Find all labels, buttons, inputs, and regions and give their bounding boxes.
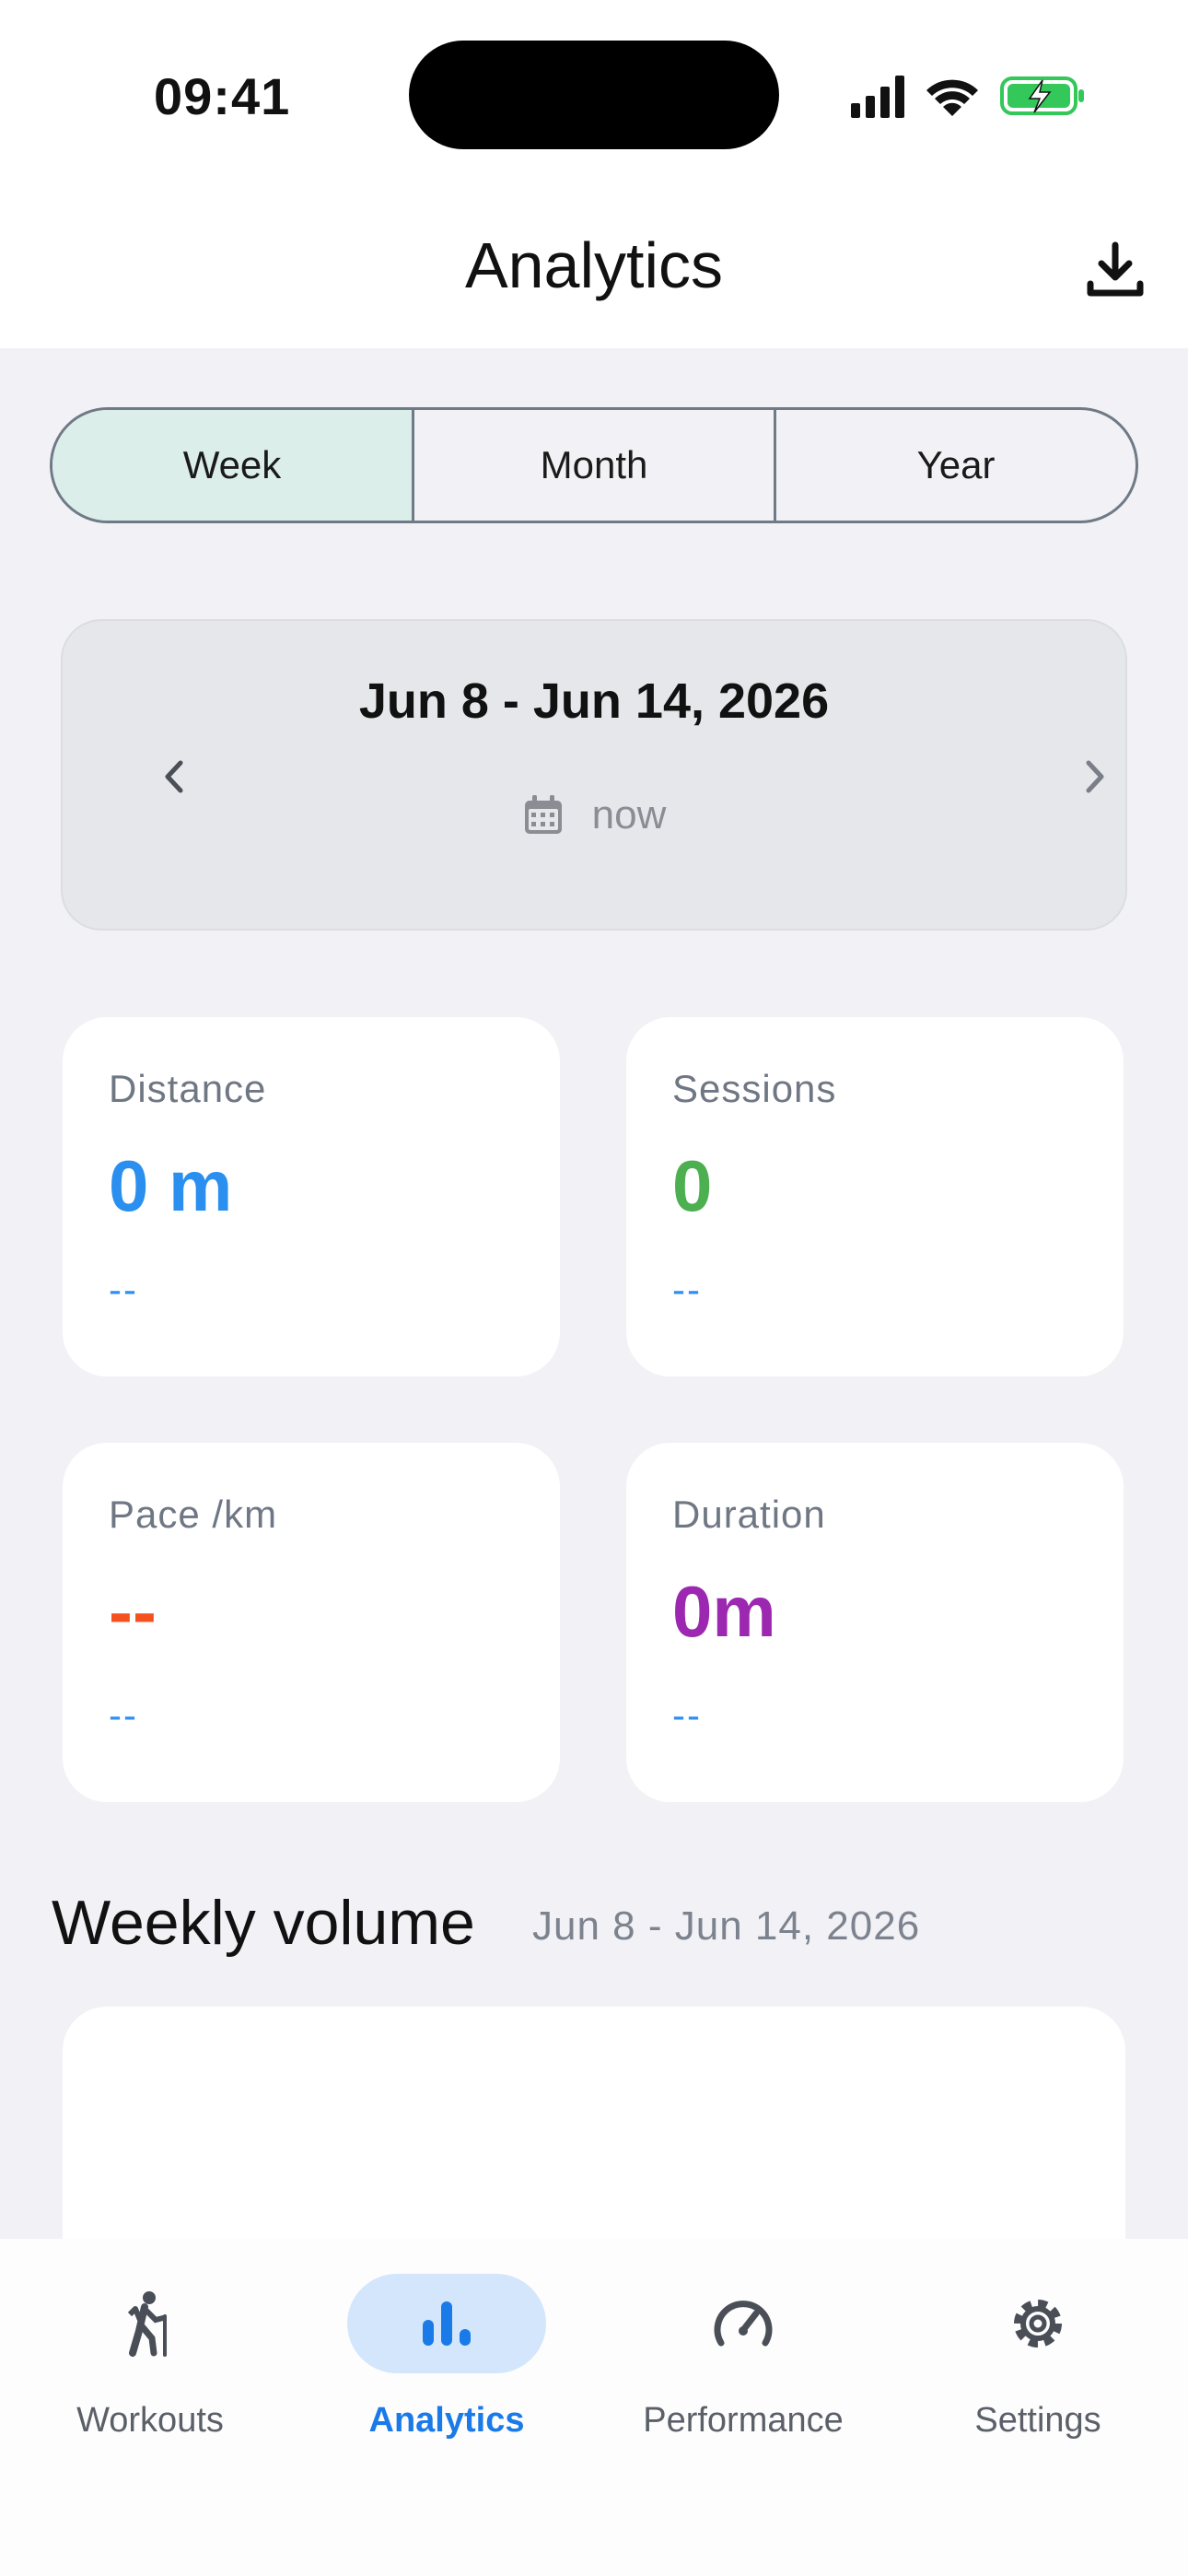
distance-change: -- [109, 1268, 138, 1311]
calendar-icon [524, 795, 562, 834]
wifi-icon [926, 79, 978, 116]
download-button[interactable] [1083, 238, 1147, 302]
analytics-screen: 09:41 Analytics Week Month Year Jun 8 - … [0, 0, 1188, 2576]
duration-change: -- [672, 1693, 702, 1737]
sessions-value: 0 [672, 1145, 713, 1226]
nav-performance[interactable]: Performance [595, 2239, 891, 2441]
nav-workouts-label: Workouts [76, 2401, 224, 2440]
tab-year[interactable]: Year [776, 410, 1136, 521]
date-range-card: Jun 8 - Jun 14, 2026 now [61, 619, 1127, 931]
now-label: now [591, 792, 667, 837]
bottom-tab-bar: Workouts Analytics Performance Settings [0, 2239, 1188, 2576]
pace-label: Pace /km [109, 1493, 278, 1536]
sessions-label: Sessions [672, 1067, 837, 1110]
nav-analytics-label: Analytics [368, 2401, 525, 2440]
download-icon [1087, 241, 1144, 297]
header-area: 09:41 Analytics [0, 0, 1188, 348]
chevron-right-icon [1086, 760, 1104, 793]
tab-month[interactable]: Month [414, 410, 776, 521]
date-range-label: Jun 8 - Jun 14, 2026 [358, 673, 830, 729]
pace-value: -- [109, 1571, 157, 1652]
gear-icon [1014, 2300, 1062, 2348]
jump-to-now-button[interactable]: now [63, 792, 1125, 838]
duration-card: Duration 0m -- [626, 1443, 1124, 1802]
chevron-left-icon [165, 760, 183, 793]
duration-label: Duration [672, 1493, 826, 1536]
pace-card: Pace /km -- -- [63, 1443, 560, 1802]
tab-week[interactable]: Week [52, 410, 414, 521]
period-segmented-control: Week Month Year [50, 407, 1138, 523]
distance-value: 0 m [109, 1145, 233, 1226]
signal-icon [851, 76, 904, 118]
nav-settings[interactable]: Settings [890, 2239, 1186, 2441]
battery-icon [1000, 76, 1084, 115]
status-icons [851, 76, 1084, 118]
nav-settings-label: Settings [974, 2401, 1101, 2440]
page-title: Analytics [464, 229, 724, 301]
weekly-volume-title: Weekly volume [52, 1888, 475, 1958]
nav-analytics[interactable]: Analytics [298, 2239, 595, 2441]
bar-chart-icon [423, 2301, 471, 2346]
pace-change: -- [109, 1693, 138, 1737]
dynamic-island [409, 41, 779, 149]
duration-value: 0m [672, 1571, 776, 1652]
sessions-change: -- [672, 1268, 702, 1311]
status-time: 09:41 [154, 67, 291, 125]
sessions-card: Sessions 0 -- [626, 1017, 1124, 1376]
distance-label: Distance [109, 1067, 267, 1110]
nav-workouts[interactable]: Workouts [2, 2239, 298, 2441]
distance-card: Distance 0 m -- [63, 1017, 560, 1376]
weekly-volume-range: Jun 8 - Jun 14, 2026 [532, 1903, 921, 1949]
speedometer-icon [714, 2301, 773, 2347]
nav-performance-label: Performance [643, 2401, 844, 2440]
hiking-icon [127, 2291, 167, 2357]
